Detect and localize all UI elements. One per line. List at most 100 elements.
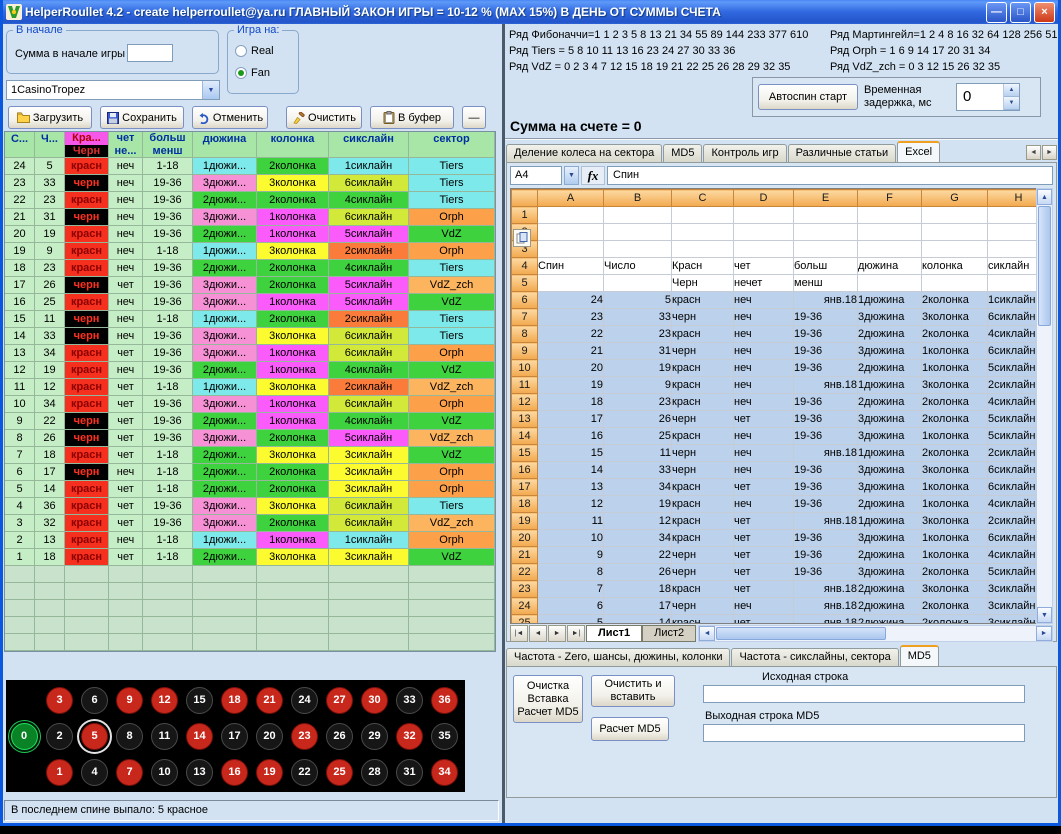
excel-cell-G21[interactable]: 1колонка — [922, 547, 988, 564]
excel-cell-E8[interactable]: 19-36 — [794, 326, 858, 343]
bottom-tab-MD5[interactable]: MD5 — [900, 645, 939, 666]
tab-Excel[interactable]: Excel — [897, 141, 940, 162]
board-number-26[interactable]: 26 — [326, 723, 353, 750]
excel-cell-F25[interactable]: 2дюжина — [858, 615, 922, 625]
board-number-28[interactable]: 28 — [361, 759, 388, 786]
to-buffer-button[interactable]: В буфер — [370, 106, 454, 129]
excel-cell-C23[interactable]: красн — [672, 581, 734, 598]
autospin-start-button[interactable]: Автоспин старт — [758, 84, 858, 110]
excel-row-header-21[interactable]: 21 — [512, 547, 538, 564]
excel-cell-B11[interactable]: 9 — [604, 377, 672, 394]
excel-cell-G16[interactable]: 3колонка — [922, 462, 988, 479]
excel-row-header-15[interactable]: 15 — [512, 445, 538, 462]
spinner-up-icon[interactable]: ▲ — [1004, 84, 1019, 97]
excel-cell-F5[interactable] — [858, 275, 922, 292]
excel-cell-A15[interactable]: 15 — [538, 445, 604, 462]
excel-cell-A10[interactable]: 20 — [538, 360, 604, 377]
excel-cell-C20[interactable]: красн — [672, 530, 734, 547]
excel-cell-G25[interactable]: 2колонка — [922, 615, 988, 625]
excel-cell-A12[interactable]: 18 — [538, 394, 604, 411]
excel-cell-A6[interactable]: 24 — [538, 292, 604, 309]
excel-cell-G2[interactable] — [922, 224, 988, 241]
excel-cell-G14[interactable]: 1колонка — [922, 428, 988, 445]
sheet-nav-2[interactable]: ► — [548, 625, 566, 642]
vertical-scroll-thumb[interactable] — [1038, 206, 1051, 326]
radio-real-circle[interactable] — [235, 45, 247, 57]
excel-cell-C5[interactable]: Черн — [672, 275, 734, 292]
horizontal-scrollbar[interactable]: ◄ ► — [698, 625, 1053, 642]
tabs-scroll-left-icon[interactable]: ◄ — [1026, 145, 1041, 160]
excel-cell-A23[interactable]: 7 — [538, 581, 604, 598]
delay-value[interactable]: 0 — [957, 84, 1003, 110]
radio-fan-circle[interactable] — [235, 67, 247, 79]
excel-cell-B5[interactable] — [604, 275, 672, 292]
excel-cell-C24[interactable]: черн — [672, 598, 734, 615]
excel-cell-F9[interactable]: 3дюжина — [858, 343, 922, 360]
excel-cell-H5[interactable] — [988, 275, 1039, 292]
excel-col-header-A[interactable]: A — [538, 190, 604, 207]
board-number-4[interactable]: 4 — [81, 759, 108, 786]
board-number-18[interactable]: 18 — [221, 687, 248, 714]
excel-cell-B18[interactable]: 19 — [604, 496, 672, 513]
excel-cell-H25[interactable]: 3сиклайн — [988, 615, 1039, 625]
excel-cell-B24[interactable]: 17 — [604, 598, 672, 615]
excel-cell-D24[interactable]: неч — [734, 598, 794, 615]
excel-cell-H20[interactable]: 6сиклайн — [988, 530, 1039, 547]
excel-cell-A7[interactable]: 23 — [538, 309, 604, 326]
excel-cell-B25[interactable]: 14 — [604, 615, 672, 625]
excel-cell-C22[interactable]: черн — [672, 564, 734, 581]
excel-cell-E17[interactable]: 19-36 — [794, 479, 858, 496]
name-box-dropdown-icon[interactable]: ▼ — [564, 166, 579, 185]
excel-cell-F22[interactable]: 3дюжина — [858, 564, 922, 581]
excel-cell-E11[interactable]: янв.18 — [794, 377, 858, 394]
excel-cell-H21[interactable]: 4сиклайн — [988, 547, 1039, 564]
excel-cell-D11[interactable]: неч — [734, 377, 794, 394]
excel-cell-A16[interactable]: 14 — [538, 462, 604, 479]
excel-cell-G19[interactable]: 3колонка — [922, 513, 988, 530]
excel-cell-B22[interactable]: 26 — [604, 564, 672, 581]
excel-cell-F14[interactable]: 3дюжина — [858, 428, 922, 445]
excel-cell-E25[interactable]: янв.18 — [794, 615, 858, 625]
excel-cell-H8[interactable]: 4сиклайн — [988, 326, 1039, 343]
excel-cell-D6[interactable]: неч — [734, 292, 794, 309]
excel-cell-C19[interactable]: красн — [672, 513, 734, 530]
excel-cell-D14[interactable]: неч — [734, 428, 794, 445]
excel-cell-A18[interactable]: 12 — [538, 496, 604, 513]
excel-cell-H23[interactable]: 3сиклайн — [988, 581, 1039, 598]
scroll-up-icon[interactable]: ▲ — [1037, 189, 1052, 205]
excel-row-header-14[interactable]: 14 — [512, 428, 538, 445]
excel-cell-E22[interactable]: 19-36 — [794, 564, 858, 581]
spinner-down-icon[interactable]: ▼ — [1004, 97, 1019, 110]
board-number-10[interactable]: 10 — [151, 759, 178, 786]
excel-cell-B17[interactable]: 34 — [604, 479, 672, 496]
board-number-29[interactable]: 29 — [361, 723, 388, 750]
tabs-scroll-right-icon[interactable]: ► — [1042, 145, 1057, 160]
excel-cell-D4[interactable]: чет — [734, 258, 794, 275]
excel-row-header-22[interactable]: 22 — [512, 564, 538, 581]
excel-cell-H2[interactable] — [988, 224, 1039, 241]
excel-cell-C14[interactable]: красн — [672, 428, 734, 445]
excel-cell-G12[interactable]: 2колонка — [922, 394, 988, 411]
paste-options-icon[interactable] — [513, 229, 531, 247]
scroll-right-icon[interactable]: ► — [1036, 626, 1052, 641]
board-number-17[interactable]: 17 — [221, 723, 248, 750]
excel-cell-H10[interactable]: 5сиклайн — [988, 360, 1039, 377]
board-number-25[interactable]: 25 — [326, 759, 353, 786]
excel-cell-G4[interactable]: колонка — [922, 258, 988, 275]
excel-cell-A8[interactable]: 22 — [538, 326, 604, 343]
board-number-11[interactable]: 11 — [151, 723, 178, 750]
excel-cell-D25[interactable]: чет — [734, 615, 794, 625]
board-number-12[interactable]: 12 — [151, 687, 178, 714]
horizontal-scroll-track[interactable] — [887, 626, 1036, 641]
excel-cell-B10[interactable]: 19 — [604, 360, 672, 377]
excel-cell-H11[interactable]: 2сиклайн — [988, 377, 1039, 394]
excel-cell-E19[interactable]: янв.18 — [794, 513, 858, 530]
excel-cell-F21[interactable]: 2дюжина — [858, 547, 922, 564]
excel-row-header-20[interactable]: 20 — [512, 530, 538, 547]
excel-row-header-25[interactable]: 25 — [512, 615, 538, 625]
excel-cell-E23[interactable]: янв.18 — [794, 581, 858, 598]
excel-cell-D1[interactable] — [734, 207, 794, 224]
vertical-scrollbar[interactable]: ▲ ▼ — [1036, 188, 1053, 624]
save-button[interactable]: Сохранить — [100, 106, 184, 129]
excel-cell-D10[interactable]: неч — [734, 360, 794, 377]
